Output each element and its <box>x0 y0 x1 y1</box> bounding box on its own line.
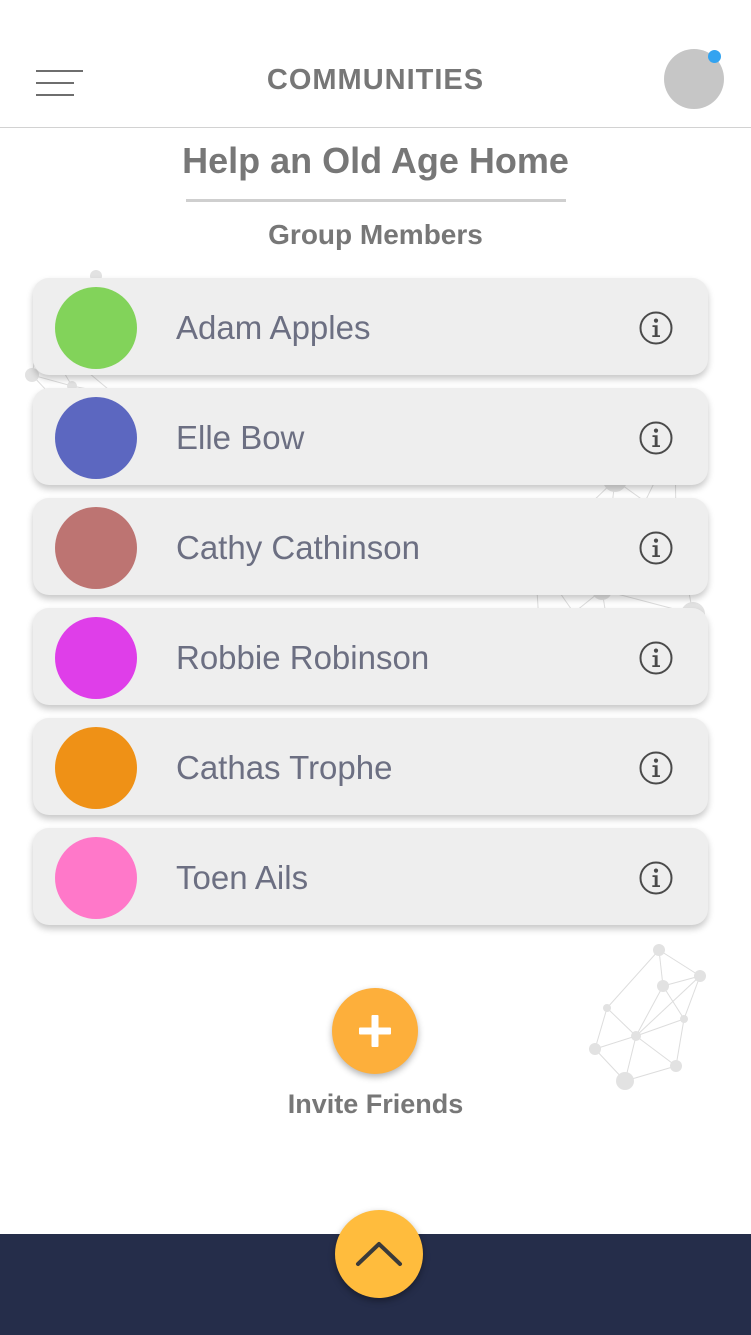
header-title: COMMUNITIES <box>266 64 485 96</box>
info-icon[interactable] <box>639 751 673 785</box>
member-name: Toen Ails <box>176 859 309 896</box>
info-icon[interactable] <box>639 421 673 455</box>
member-card[interactable]: Cathy Cathinson <box>33 498 708 595</box>
member-name: Adam Apples <box>176 309 371 346</box>
section-label: Group Members <box>268 219 483 250</box>
avatar <box>55 287 137 369</box>
member-name: Elle Bow <box>176 419 305 456</box>
info-icon[interactable] <box>639 531 673 565</box>
info-icon[interactable] <box>639 861 673 895</box>
notification-dot <box>708 50 721 63</box>
chevron-up-icon <box>356 1242 402 1266</box>
member-card[interactable]: Toen Ails <box>33 828 708 925</box>
avatar <box>55 507 137 589</box>
invite-friends-button[interactable] <box>332 988 418 1074</box>
member-card[interactable]: Elle Bow <box>33 388 708 485</box>
page-title: Help an Old Age Home <box>182 140 569 181</box>
network-decoration-bottom-right <box>589 944 706 1090</box>
info-icon[interactable] <box>639 311 673 345</box>
title-divider <box>186 199 566 202</box>
expand-up-button[interactable] <box>335 1210 423 1298</box>
avatar <box>55 837 137 919</box>
member-card[interactable]: Adam Apples <box>33 278 708 375</box>
member-name: Cathy Cathinson <box>176 529 420 566</box>
info-icon[interactable] <box>639 641 673 675</box>
avatar <box>55 397 137 479</box>
app-header: COMMUNITIES <box>0 0 751 128</box>
avatar <box>55 727 137 809</box>
member-card[interactable]: Robbie Robinson <box>33 608 708 705</box>
member-card[interactable]: Cathas Trophe <box>33 718 708 815</box>
member-name: Robbie Robinson <box>176 639 430 676</box>
member-name: Cathas Trophe <box>176 749 393 786</box>
plus-icon <box>359 1015 391 1047</box>
invite-friends-label: Invite Friends <box>287 1089 464 1119</box>
avatar <box>55 617 137 699</box>
